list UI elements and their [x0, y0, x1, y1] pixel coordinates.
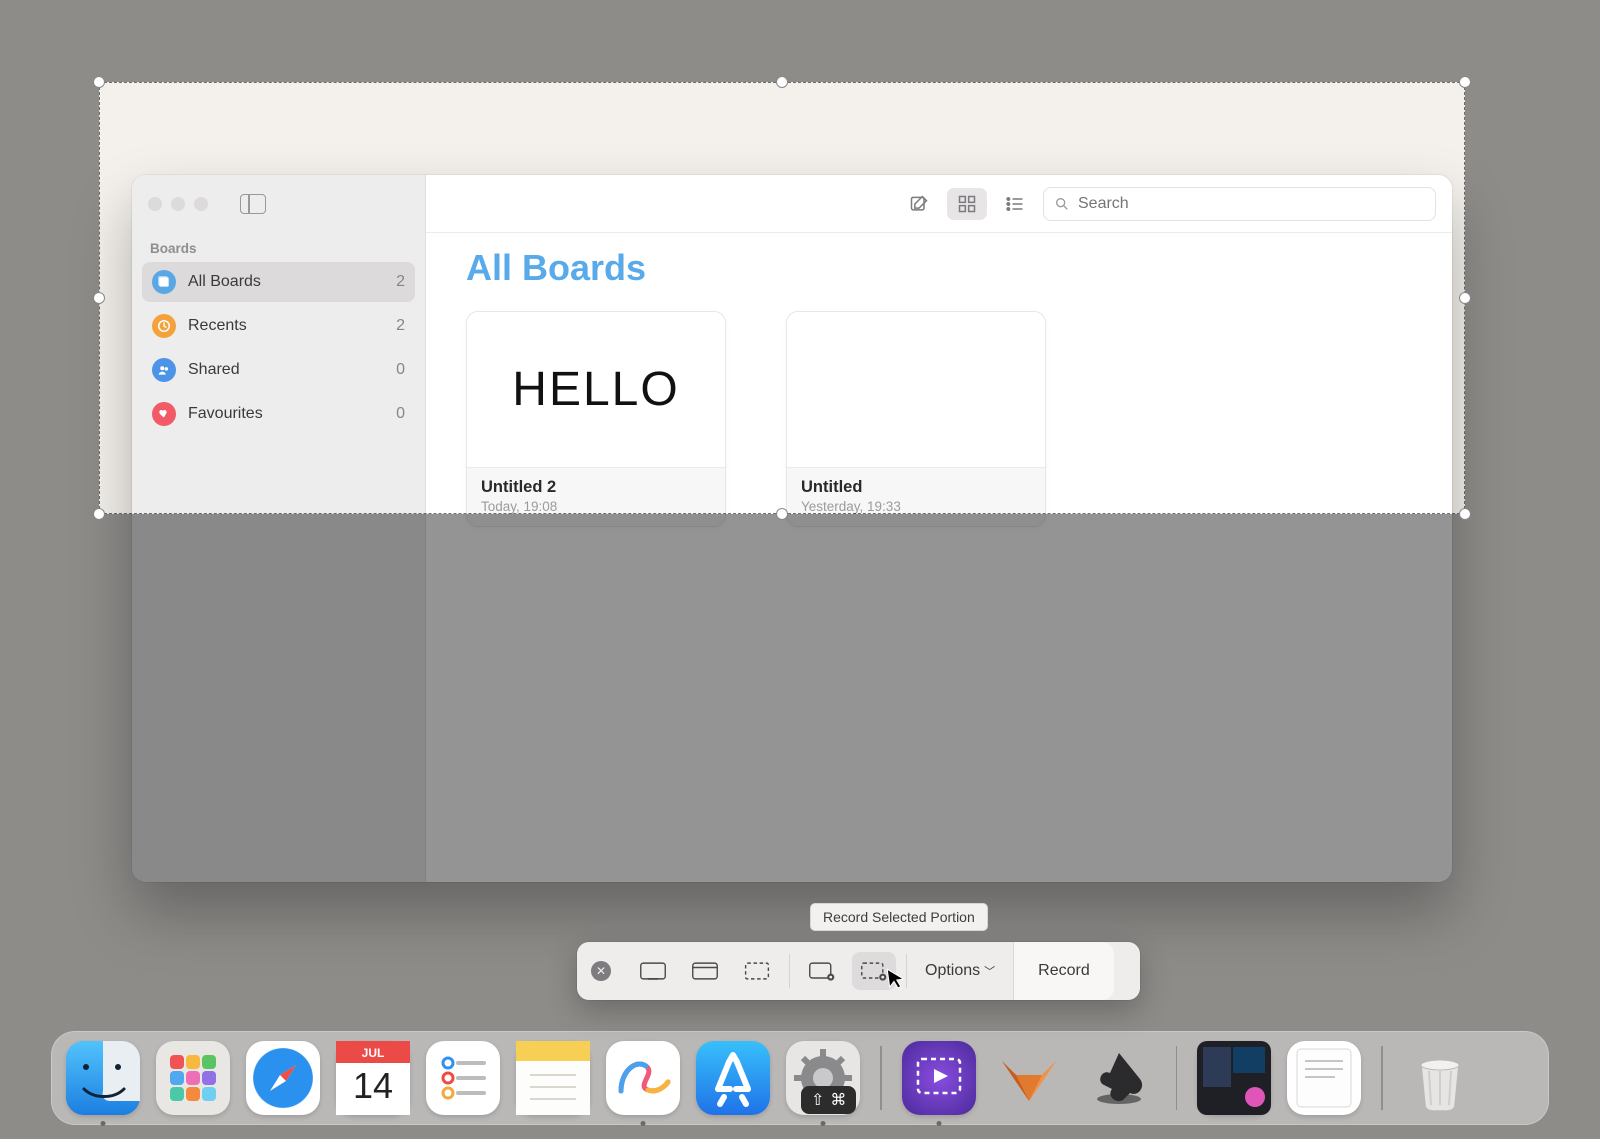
- dock-app-screenshot[interactable]: [902, 1041, 976, 1115]
- close-screenshot-toolbar-button[interactable]: ✕: [591, 961, 611, 981]
- dock-app-safari[interactable]: [246, 1041, 320, 1115]
- sidebar-item-favourites[interactable]: Favourites 0: [142, 394, 415, 434]
- dock-app-launchpad[interactable]: [156, 1041, 230, 1115]
- running-indicator: [821, 1121, 826, 1126]
- board-subtitle: Yesterday, 19:33: [801, 499, 1031, 514]
- close-button[interactable]: [148, 197, 162, 211]
- sidebar-item-label: Favourites: [188, 405, 263, 423]
- dock-app-inkscape[interactable]: [1082, 1041, 1156, 1115]
- minimize-button[interactable]: [171, 197, 185, 211]
- search-input[interactable]: [1078, 195, 1425, 213]
- sidebar-item-recents[interactable]: Recents 2: [142, 306, 415, 346]
- sidebar-item-shared[interactable]: Shared 0: [142, 350, 415, 390]
- tooltip: Record Selected Portion: [810, 903, 988, 931]
- sidebar-item-count: 0: [396, 361, 405, 379]
- board-subtitle: Today, 19:08: [481, 499, 711, 514]
- dock-trash[interactable]: [1403, 1041, 1477, 1115]
- running-indicator: [101, 1121, 106, 1126]
- cursor-icon: [886, 966, 908, 997]
- grid-view-button[interactable]: [947, 188, 987, 220]
- content: All Boards HELLO Untitled 2 Today, 19:08: [426, 233, 1452, 541]
- heart-icon: [152, 402, 176, 426]
- sidebar-item-count: 2: [396, 273, 405, 291]
- shift-icon: ⇧: [811, 1090, 824, 1110]
- calendar-day: 14: [336, 1065, 410, 1107]
- capture-entire-screen-button[interactable]: [631, 952, 675, 990]
- capture-window-button[interactable]: [683, 952, 727, 990]
- dock-app-finder[interactable]: [66, 1041, 140, 1115]
- sidebar-toggle-icon[interactable]: [240, 194, 266, 214]
- boards-icon: [152, 270, 176, 294]
- selection-handle-s[interactable]: [776, 508, 788, 520]
- board-title: Untitled 2: [481, 478, 711, 497]
- capture-selection-button[interactable]: [735, 952, 779, 990]
- command-icon: ⌘: [830, 1090, 846, 1110]
- sidebar-section-label: Boards: [132, 233, 425, 260]
- selection-handle-n[interactable]: [776, 76, 788, 88]
- selection-handle-e[interactable]: [1459, 292, 1471, 304]
- dock-app-reminders[interactable]: [426, 1041, 500, 1115]
- sidebar-item-label: Shared: [188, 361, 240, 379]
- sidebar-item-label: All Boards: [188, 273, 261, 291]
- dock: JUL 14: [51, 1031, 1549, 1125]
- dock-recent-textedit[interactable]: [1287, 1041, 1361, 1115]
- chevron-down-icon: ﹀: [984, 963, 995, 979]
- zoom-button[interactable]: [194, 197, 208, 211]
- selection-handle-w[interactable]: [93, 292, 105, 304]
- screenshot-toolbar: ✕ Options ﹀ Record: [577, 942, 1140, 1000]
- traffic-lights[interactable]: [148, 197, 208, 211]
- dock-divider: [1176, 1046, 1178, 1110]
- people-icon: [152, 358, 176, 382]
- options-menu[interactable]: Options ﹀: [907, 962, 1013, 980]
- page-title: All Boards: [466, 247, 1412, 289]
- sidebar-item-all-boards[interactable]: All Boards 2: [142, 262, 415, 302]
- search-icon: [1054, 196, 1070, 212]
- selection-handle-sw[interactable]: [93, 508, 105, 520]
- dock-app-fox[interactable]: [992, 1041, 1066, 1115]
- dock-app-appstore[interactable]: [696, 1041, 770, 1115]
- board-preview: [787, 312, 1045, 468]
- dock-recent-vscode[interactable]: [1197, 1041, 1271, 1115]
- shortcut-overlay: ⇧ ⌘: [801, 1086, 856, 1114]
- dock-app-freeform[interactable]: [606, 1041, 680, 1115]
- dim-overlay: [0, 82, 99, 514]
- record-label: Record: [1038, 962, 1090, 980]
- board-preview: HELLO: [467, 312, 725, 468]
- options-label: Options: [925, 962, 980, 980]
- preview-text: HELLO: [512, 362, 679, 417]
- selection-handle-nw[interactable]: [93, 76, 105, 88]
- board-title: Untitled: [801, 478, 1031, 497]
- dim-overlay: [0, 0, 1600, 82]
- sidebar-item-count: 0: [396, 405, 405, 423]
- search-field[interactable]: [1043, 187, 1436, 221]
- window-titlebar: [132, 175, 425, 233]
- dock-divider: [880, 1046, 882, 1110]
- calendar-month: JUL: [336, 1046, 410, 1060]
- dock-app-notes[interactable]: [516, 1041, 590, 1115]
- list-view-button[interactable]: [995, 188, 1035, 220]
- running-indicator: [641, 1121, 646, 1126]
- sidebar-item-label: Recents: [188, 317, 247, 335]
- board-card[interactable]: HELLO Untitled 2 Today, 19:08: [466, 311, 726, 527]
- clock-icon: [152, 314, 176, 338]
- dim-overlay: [1465, 82, 1600, 514]
- sidebar-item-count: 2: [396, 317, 405, 335]
- record-entire-screen-button[interactable]: [800, 952, 844, 990]
- boards-grid: HELLO Untitled 2 Today, 19:08 Untitled Y…: [466, 311, 1412, 527]
- selection-handle-se[interactable]: [1459, 508, 1471, 520]
- toolbar: [426, 175, 1452, 233]
- record-button[interactable]: Record: [1013, 942, 1114, 1000]
- selection-handle-ne[interactable]: [1459, 76, 1471, 88]
- dock-app-calendar[interactable]: JUL 14: [336, 1041, 410, 1115]
- new-board-button[interactable]: [899, 188, 939, 220]
- board-card[interactable]: Untitled Yesterday, 19:33: [786, 311, 1046, 527]
- dock-divider: [1381, 1046, 1383, 1110]
- running-indicator: [936, 1121, 941, 1126]
